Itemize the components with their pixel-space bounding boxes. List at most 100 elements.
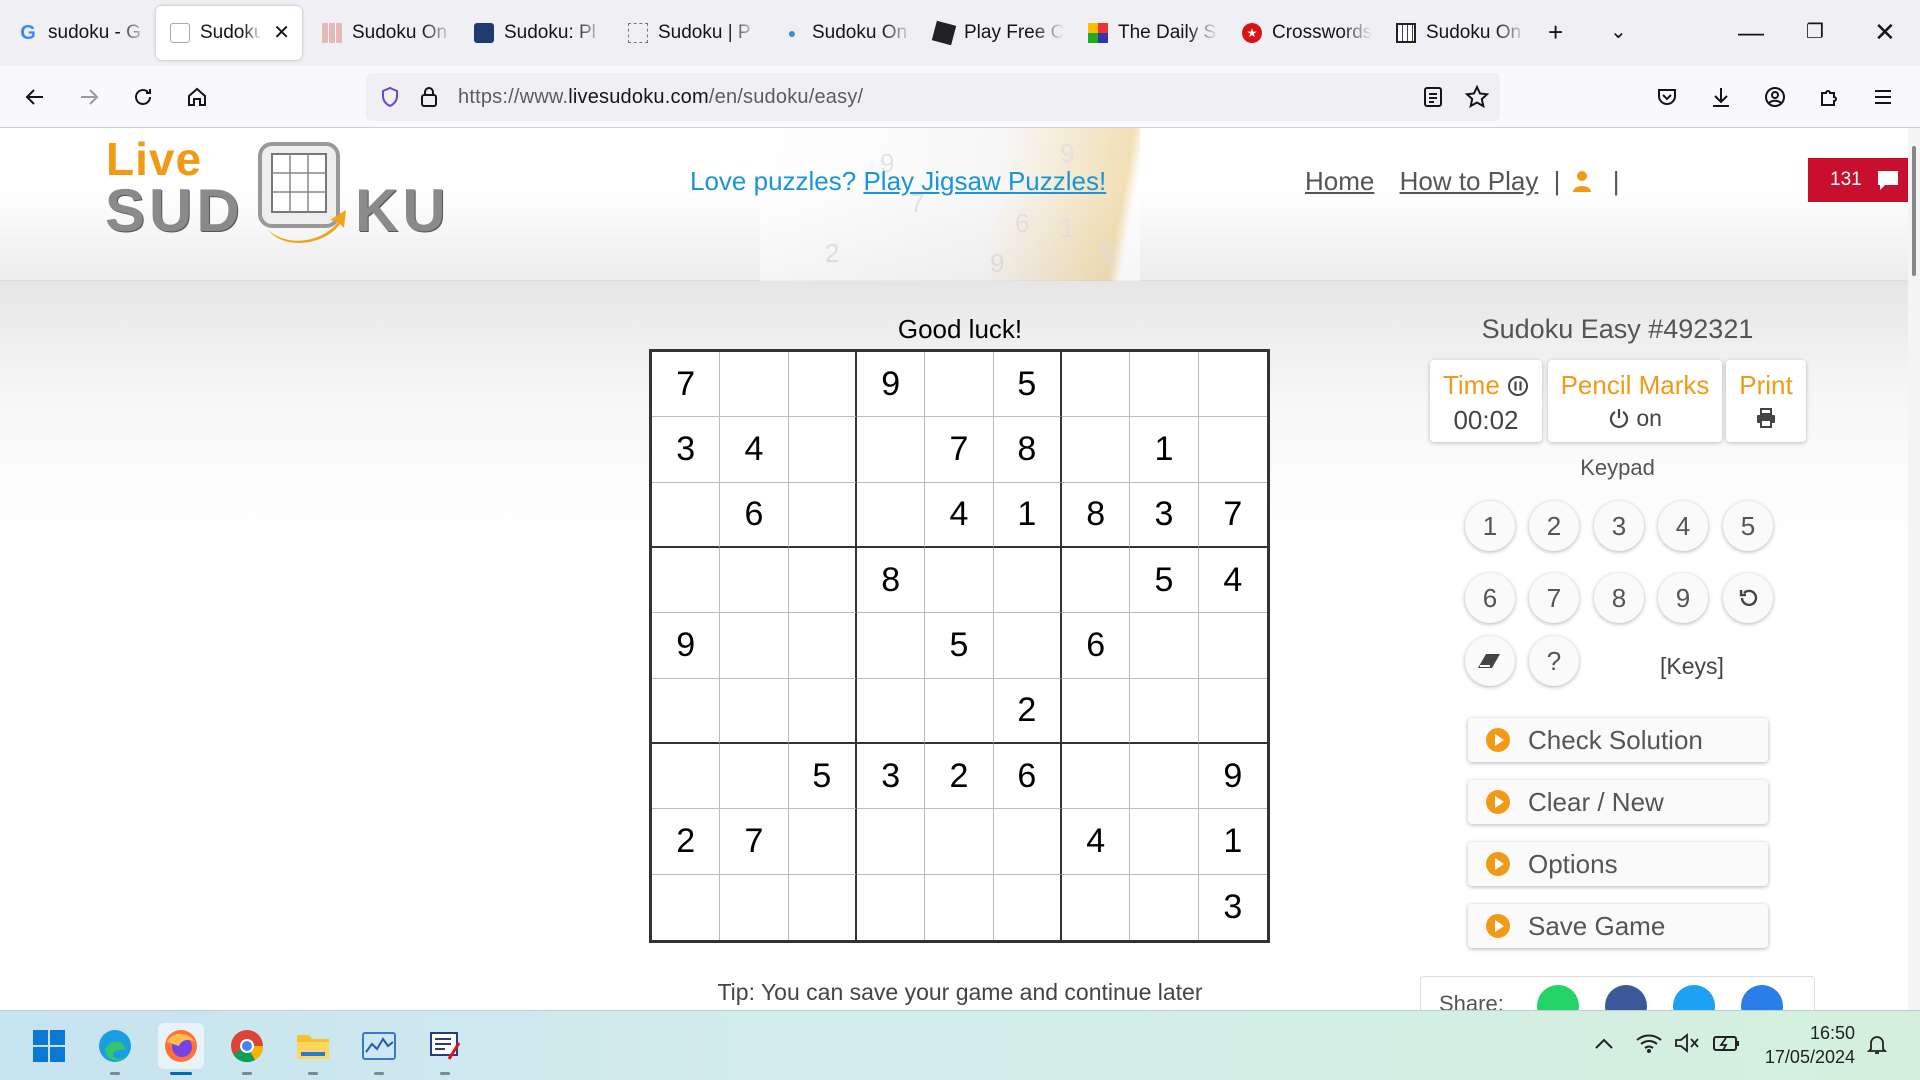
empty-cell[interactable] bbox=[652, 482, 721, 548]
empty-cell[interactable] bbox=[720, 678, 789, 744]
empty-cell[interactable] bbox=[789, 874, 857, 940]
given-cell[interactable]: 4 bbox=[720, 417, 789, 483]
file-explorer-icon[interactable] bbox=[290, 1023, 336, 1075]
url-text[interactable]: https://www.livesudoku.com/en/sudoku/eas… bbox=[458, 86, 863, 109]
empty-cell[interactable] bbox=[1198, 679, 1267, 744]
empty-cell[interactable] bbox=[925, 809, 994, 875]
empty-cell[interactable] bbox=[720, 744, 789, 810]
given-cell[interactable]: 7 bbox=[652, 352, 721, 418]
clear-new-button[interactable]: Clear / New bbox=[1468, 780, 1768, 824]
empty-cell[interactable] bbox=[857, 417, 926, 483]
tab-play-free[interactable]: Play Free C bbox=[920, 6, 1066, 60]
given-cell[interactable]: 5 bbox=[788, 744, 857, 810]
empty-cell[interactable] bbox=[1062, 417, 1131, 483]
empty-cell[interactable] bbox=[788, 613, 857, 679]
given-cell[interactable]: 8 bbox=[857, 548, 926, 614]
options-button[interactable]: Options bbox=[1468, 842, 1768, 886]
given-cell[interactable]: 5 bbox=[925, 613, 994, 679]
tracking-shield-icon[interactable] bbox=[378, 85, 402, 109]
empty-cell[interactable] bbox=[1130, 809, 1199, 875]
given-cell[interactable]: 7 bbox=[1198, 483, 1267, 548]
system-clock[interactable]: 16:50 17/05/2024 bbox=[1755, 1021, 1855, 1069]
empty-cell[interactable] bbox=[1130, 352, 1199, 418]
list-all-tabs-button[interactable]: ⌄ bbox=[1610, 18, 1627, 46]
chrome-icon[interactable] bbox=[224, 1023, 270, 1075]
tab-sudoku-5[interactable]: Sudoku | P bbox=[614, 6, 760, 60]
whatsapp-icon[interactable] bbox=[1537, 985, 1579, 1010]
notifications-button[interactable] bbox=[1866, 1033, 1888, 1061]
empty-cell[interactable] bbox=[1130, 678, 1199, 744]
tab-crosswords[interactable]: ★ Crosswords bbox=[1228, 6, 1374, 60]
restore-button[interactable]: ❐ bbox=[1806, 18, 1824, 46]
tab-sudoku-3[interactable]: Sudoku On bbox=[308, 6, 454, 60]
extensions-button[interactable] bbox=[1810, 78, 1848, 116]
given-cell[interactable]: 7 bbox=[720, 809, 789, 875]
given-cell[interactable]: 9 bbox=[1198, 744, 1267, 810]
empty-cell[interactable] bbox=[925, 352, 994, 418]
pocket-button[interactable] bbox=[1648, 78, 1686, 116]
empty-cell[interactable] bbox=[788, 417, 857, 483]
given-cell[interactable]: 2 bbox=[993, 678, 1062, 744]
given-cell[interactable]: 3 bbox=[652, 417, 721, 483]
empty-cell[interactable] bbox=[652, 744, 721, 810]
empty-cell[interactable] bbox=[1198, 352, 1267, 418]
empty-cell[interactable] bbox=[857, 482, 926, 548]
given-cell[interactable]: 1 bbox=[1130, 417, 1199, 483]
pause-icon[interactable] bbox=[1507, 375, 1529, 397]
given-cell[interactable]: 3 bbox=[857, 744, 926, 810]
messages-badge[interactable]: 131 bbox=[1808, 158, 1920, 202]
empty-cell[interactable] bbox=[1130, 744, 1199, 810]
keypad-key-5[interactable]: 5 bbox=[1723, 501, 1773, 551]
given-cell[interactable]: 1 bbox=[993, 482, 1062, 548]
empty-cell[interactable] bbox=[720, 548, 789, 614]
empty-cell[interactable] bbox=[857, 874, 926, 940]
close-window-button[interactable]: ✕ bbox=[1874, 18, 1896, 46]
reload-button[interactable] bbox=[124, 78, 162, 116]
given-cell[interactable]: 5 bbox=[1130, 548, 1199, 614]
hint-button[interactable]: ? bbox=[1529, 636, 1579, 686]
given-cell[interactable]: 7 bbox=[925, 417, 994, 483]
empty-cell[interactable] bbox=[857, 678, 926, 744]
empty-cell[interactable] bbox=[1062, 678, 1131, 744]
keypad-key-6[interactable]: 6 bbox=[1465, 573, 1515, 623]
empty-cell[interactable] bbox=[925, 874, 994, 940]
empty-cell[interactable] bbox=[857, 809, 926, 875]
empty-cell[interactable] bbox=[720, 352, 789, 418]
downloads-button[interactable] bbox=[1702, 78, 1740, 116]
empty-cell[interactable] bbox=[1130, 613, 1199, 679]
given-cell[interactable]: 2 bbox=[652, 809, 721, 875]
keypad-key-3[interactable]: 3 bbox=[1594, 501, 1644, 551]
minimize-button[interactable]: — bbox=[1738, 18, 1764, 46]
keypad-key-7[interactable]: 7 bbox=[1529, 573, 1579, 623]
account-button[interactable] bbox=[1756, 78, 1794, 116]
bookmark-star-icon[interactable] bbox=[1464, 84, 1490, 110]
empty-cell[interactable] bbox=[788, 548, 857, 614]
empty-cell[interactable] bbox=[994, 874, 1062, 940]
print-button[interactable]: Print bbox=[1726, 360, 1806, 442]
empty-cell[interactable] bbox=[652, 678, 721, 744]
show-hidden-icons-button[interactable] bbox=[1594, 1033, 1614, 1056]
empty-cell[interactable] bbox=[788, 352, 857, 418]
check-solution-button[interactable]: Check Solution bbox=[1468, 718, 1768, 762]
empty-cell[interactable] bbox=[788, 809, 857, 875]
tab-sudoku-4[interactable]: Sudoku: Pl bbox=[460, 6, 606, 60]
empty-cell[interactable] bbox=[788, 678, 857, 744]
twitter-icon[interactable] bbox=[1673, 985, 1715, 1010]
given-cell[interactable]: 2 bbox=[925, 744, 994, 810]
empty-cell[interactable] bbox=[1198, 417, 1267, 483]
given-cell[interactable]: 6 bbox=[720, 482, 789, 548]
volume-muted-icon[interactable] bbox=[1674, 1033, 1700, 1059]
timer-control[interactable]: Time 00:02 bbox=[1430, 360, 1542, 442]
empty-cell[interactable] bbox=[720, 874, 789, 940]
empty-cell[interactable] bbox=[925, 548, 994, 614]
empty-cell[interactable] bbox=[1062, 352, 1131, 418]
given-cell[interactable]: 4 bbox=[925, 482, 994, 548]
tab-sudoku-6[interactable]: ● Sudoku On bbox=[768, 6, 914, 60]
keypad-key-1[interactable]: 1 bbox=[1465, 501, 1515, 551]
given-cell[interactable]: 9 bbox=[857, 352, 926, 418]
given-cell[interactable]: 6 bbox=[993, 744, 1062, 810]
given-cell[interactable]: 1 bbox=[1198, 809, 1267, 875]
keypad-key-8[interactable]: 8 bbox=[1594, 573, 1644, 623]
edge-icon[interactable] bbox=[92, 1023, 138, 1075]
task-manager-icon[interactable] bbox=[356, 1023, 402, 1075]
